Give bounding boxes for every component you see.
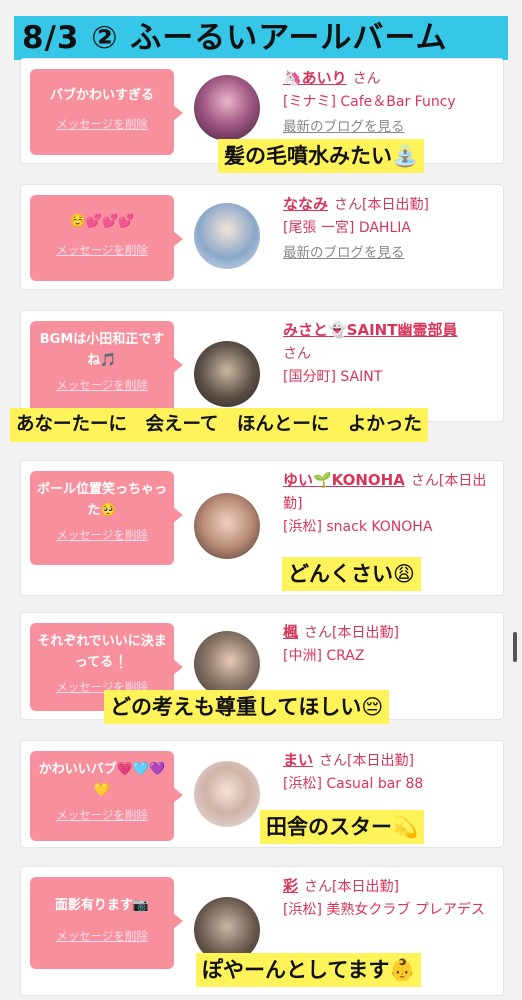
profile-name-link[interactable]: 彩 [283,877,298,895]
shop-name: [中洲] CRAZ [283,648,365,664]
message-text: ☺️💕💕💕 [69,214,135,229]
caption-overlay: どんくさい😩 [282,557,421,591]
profile-info: ななみ さん[本日出勤] [尾張 一宮] DAHLIA 最新のブログを見る [283,193,493,265]
delete-message-link[interactable]: メッセージを削除 [36,377,168,393]
blog-link[interactable]: 最新のブログを見る [283,116,493,139]
profile-name-link[interactable]: ななみ [283,195,328,213]
message-text: 面影有ります📷 [54,898,150,913]
caption-overlay: 田舎のスター💫 [260,810,425,844]
delete-message-link[interactable]: メッセージを削除 [36,242,168,258]
message-bubble: ☺️💕💕💕 メッセージを削除 [30,195,183,281]
delete-message-link[interactable]: メッセージを削除 [36,807,168,823]
status-badge: [本日出勤] [362,197,429,213]
status-badge: [本日出勤] [332,879,399,895]
blog-link[interactable]: 最新のブログを見る [283,242,493,265]
profile-name-link[interactable]: 🦄あいり [283,69,347,87]
caption-overlay: どの考えも尊重してほしい😔 [104,690,390,724]
message-card: ☺️💕💕💕 メッセージを削除 ななみ さん[本日出勤] [尾張 一宮] DAHLI… [20,184,504,290]
message-bubble: かわいいバブ💗🩵💜💛 メッセージを削除 [30,751,183,841]
profile-name-link[interactable]: まい [283,751,313,769]
profile-info: 楓さん[本日出勤] [中洲] CRAZ [283,621,493,668]
avatar[interactable] [194,203,260,269]
status-badge: [本日出勤] [332,625,399,641]
message-card: BGMは小田和正ですね🎵 メッセージを削除 みさと👻SAINT幽霊部員 さん [… [20,310,504,422]
profile-name-link[interactable]: みさと👻SAINT幽霊部員 [283,321,457,339]
avatar[interactable] [194,761,260,827]
honorific: さん [304,625,333,641]
profile-info: みさと👻SAINT幽霊部員 さん [国分町] SAINT [283,319,493,389]
avatar[interactable] [194,631,260,697]
honorific: さん [334,197,363,213]
profile-name-link[interactable]: 楓 [283,623,298,641]
honorific: さん [319,753,348,769]
message-bubble: ボール位置笑っちゃった🥺 メッセージを削除 [30,471,183,565]
caption-overlay: ぽやーんとしてます👶 [196,953,422,987]
profile-name-link[interactable]: ゆい🌱KONOHA [283,471,405,489]
avatar[interactable] [194,341,260,407]
status-badge: [本日出勤] [347,753,414,769]
profile-info: ゆい🌱KONOHA さん[本日出勤] [浜松] snack KONOHA [283,469,493,539]
message-text: かわいいバブ💗🩵💜💛 [38,762,166,798]
message-text: BGMは小田和正ですね🎵 [39,332,165,368]
shop-name: [浜松] snack KONOHA [283,519,433,535]
shop-name: [浜松] Casual bar 88 [283,776,424,792]
shop-name: [国分町] SAINT [283,369,383,385]
message-bubble: 面影有ります📷 メッセージを削除 [30,877,183,969]
shop-name: [尾張 一宮] DAHLIA [283,220,411,236]
message-bubble: BGMは小田和正ですね🎵 メッセージを削除 [30,321,183,413]
honorific: さん [410,473,439,489]
message-bubble: バブかわいすぎる メッセージを削除 [30,69,183,155]
shop-name: [浜松] 美熟女クラブ プレアデス [283,902,485,918]
message-text: それぞれでいいに決まってる❕ [37,634,167,670]
scrollbar[interactable] [513,632,517,662]
page-title: 8/3 ② ふーるいアールバーム [14,16,508,60]
profile-info: まい さん[本日出勤] [浜松] Casual bar 88 [283,749,493,796]
avatar[interactable] [194,493,260,559]
shop-name: [ミナミ] Cafe＆Bar Funcy [283,94,456,110]
profile-info: 🦄あいり さん [ミナミ] Cafe＆Bar Funcy 最新のブログを見る [283,67,493,139]
honorific: さん [283,346,311,362]
profile-info: 彩さん[本日出勤] [浜松] 美熟女クラブ プレアデス [283,875,493,922]
caption-overlay: 髪の毛噴水みたい⛲ [218,139,425,173]
message-text: バブかわいすぎる [49,88,154,103]
caption-overlay: あなーたーに 会えーて ほんとーに よかった [10,408,428,442]
delete-message-link[interactable]: メッセージを削除 [36,116,168,132]
message-card: ボール位置笑っちゃった🥺 メッセージを削除 ゆい🌱KONOHA さん[本日出勤] … [20,460,504,596]
honorific: さん [304,879,333,895]
avatar[interactable] [194,75,260,141]
honorific: さん [352,71,381,87]
delete-message-link[interactable]: メッセージを削除 [36,928,168,944]
message-text: ボール位置笑っちゃった🥺 [36,482,167,518]
delete-message-link[interactable]: メッセージを削除 [36,527,168,543]
